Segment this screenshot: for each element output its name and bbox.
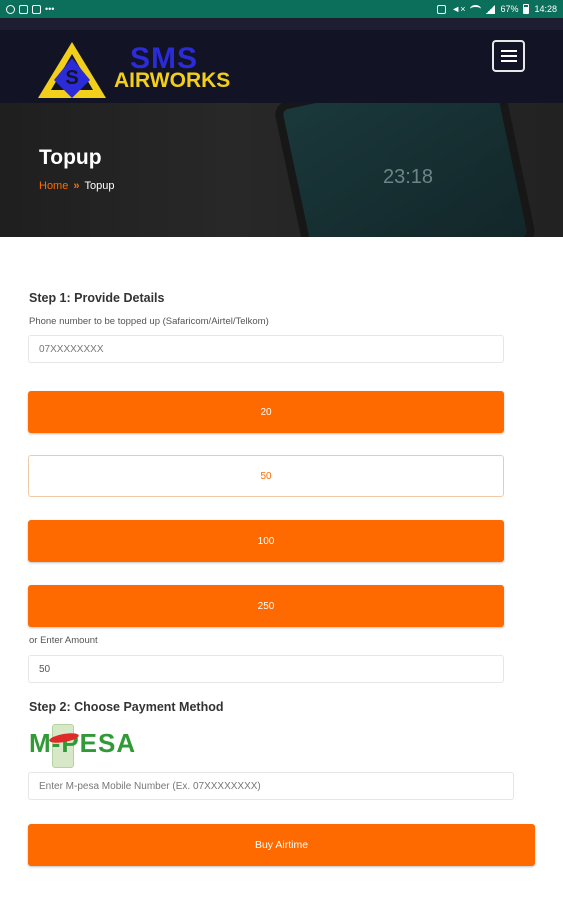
banner-decor-time: 23:18: [383, 166, 434, 188]
status-left: •••: [6, 4, 54, 14]
amount-button-100[interactable]: 100: [28, 520, 504, 562]
status-bar: ••• ◄× 67% 14:28: [0, 0, 563, 18]
settings-icon: [6, 4, 15, 14]
logo-text-airworks: AIRWORKS: [114, 69, 231, 92]
logo-triangle-icon: S: [38, 42, 106, 98]
svg-text:S: S: [65, 67, 78, 89]
amount-button-20[interactable]: 20: [28, 391, 504, 433]
mpesa-payment-option[interactable]: M-PESA: [29, 722, 139, 772]
more-icon: •••: [45, 4, 55, 14]
nfc-icon: [437, 4, 447, 14]
site-header: S SMS AIRWORKS: [0, 18, 563, 103]
page-banner: [0, 103, 563, 237]
menu-line-icon: [500, 60, 517, 62]
custom-amount-input[interactable]: [28, 655, 504, 683]
amount-button-250[interactable]: 250: [28, 585, 504, 627]
custom-amount-label: or Enter Amount: [29, 635, 98, 646]
status-right: ◄× 67% 14:28: [437, 4, 557, 14]
menu-line-icon: [500, 55, 517, 57]
step1-title: Step 1: Provide Details: [29, 291, 165, 305]
mpesa-logo: M-PESA: [29, 728, 137, 758]
mute-icon: ◄×: [451, 4, 466, 14]
menu-line-icon: [500, 50, 517, 52]
phone-number-input[interactable]: [28, 335, 504, 363]
phone-label: Phone number to be topped up (Safaricom/…: [29, 316, 269, 327]
wifi-icon: [470, 5, 482, 13]
signal-icon: [486, 4, 496, 14]
breadcrumb-home-link[interactable]: Home: [39, 180, 68, 192]
banner-overlay: [0, 103, 563, 237]
battery-percent: 67%: [500, 4, 519, 14]
amount-button-50[interactable]: 50: [28, 455, 504, 497]
hamburger-menu-button[interactable]: [492, 40, 525, 72]
breadcrumb-current: Topup: [84, 180, 115, 192]
message-icon: [32, 4, 41, 14]
sms-airworks-logo[interactable]: S SMS AIRWORKS: [38, 40, 253, 100]
page-title: Topup: [39, 146, 102, 169]
breadcrumb-separator-icon: »: [73, 180, 80, 192]
instagram-icon: [19, 4, 28, 14]
battery-icon: [523, 4, 530, 14]
status-time: 14:28: [534, 4, 557, 14]
buy-airtime-button[interactable]: Buy Airtime: [28, 824, 535, 866]
breadcrumb: Home » Topup: [39, 180, 114, 192]
step2-title: Step 2: Choose Payment Method: [29, 700, 224, 714]
mpesa-number-input[interactable]: [28, 772, 514, 800]
